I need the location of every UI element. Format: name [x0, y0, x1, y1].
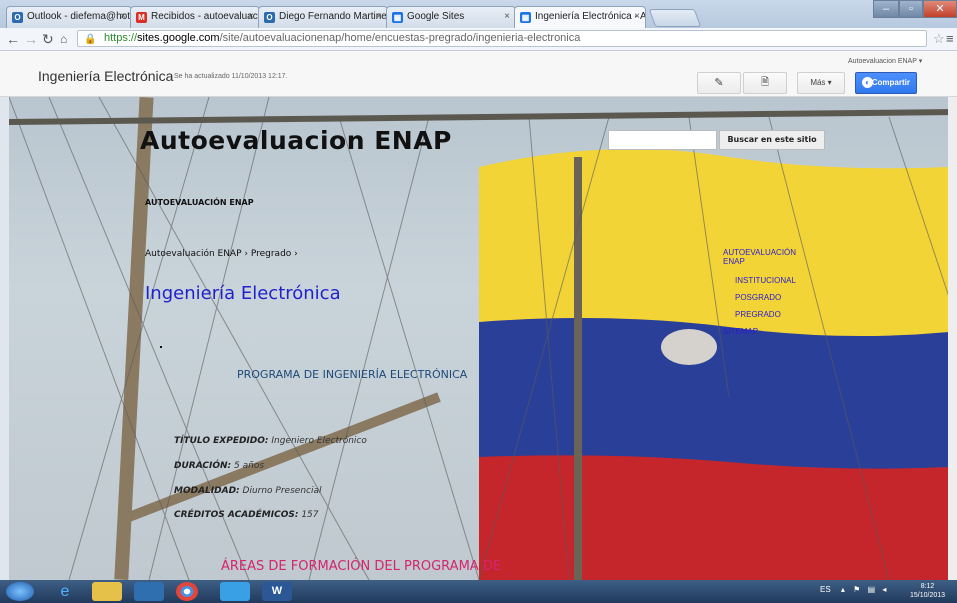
sidebar-item-autoevaluacion[interactable]: AUTOEVALUACIÓN ENAP — [723, 248, 796, 266]
close-icon[interactable]: × — [504, 11, 510, 22]
last-updated: Se ha actualizado 11/10/2013 12:17. — [174, 73, 288, 80]
url-scheme: https:// — [104, 32, 138, 44]
close-window-button[interactable]: ✕ — [923, 0, 957, 18]
browser-toolbar: ← → ↻ ⌂ 🔒 https://sites.google.com/site/… — [0, 28, 957, 51]
address-bar[interactable]: 🔒 https://sites.google.com/site/autoeval… — [77, 30, 927, 47]
areas-heading: ÁREAS DE FORMACIÓN DEL PROGRAMA DE — [221, 559, 502, 574]
program-title: PROGRAMA DE INGENIERÍA ELECTRÓNICA — [237, 368, 468, 381]
new-page-button[interactable]: 🗎 — [743, 72, 787, 94]
close-icon[interactable]: × — [248, 11, 254, 22]
info-duracion: DURACIÓN: 5 años — [174, 461, 265, 471]
system-tray: ES ▴ ⚑ ▤ ◂ — [820, 585, 886, 594]
home-icon[interactable]: ⌂ — [60, 31, 67, 47]
outlook-icon: O — [12, 12, 23, 23]
background-image — [9, 97, 957, 580]
search-input[interactable] — [608, 130, 717, 150]
tab-diego[interactable]: O Diego Fernando Martinez × — [258, 6, 388, 28]
tab-label: Ingeniería Electrónica - A — [535, 11, 646, 22]
close-icon[interactable]: × — [120, 11, 126, 22]
maximize-button[interactable]: ▫ — [899, 0, 923, 18]
media-icon[interactable] — [134, 582, 164, 601]
site-title[interactable]: Autoevaluacion ENAP — [140, 126, 452, 155]
file-explorer-icon[interactable] — [92, 582, 122, 601]
tab-ingenieria-electronica[interactable]: ▦ Ingeniería Electrónica - A × — [514, 6, 646, 28]
forward-icon[interactable]: → — [24, 31, 38, 47]
volume-icon[interactable]: ◂ — [882, 585, 886, 594]
tab-label: Diego Fernando Martinez — [279, 11, 388, 22]
network-icon[interactable]: ▤ — [868, 585, 876, 594]
scrollbar[interactable] — [948, 97, 957, 580]
bullet-dot — [160, 346, 162, 348]
sidebar-item-posgrado[interactable]: POSGRADO — [735, 293, 781, 302]
edit-page-button[interactable]: ✎ — [697, 72, 741, 94]
flag-icon[interactable]: ⚑ — [853, 585, 860, 594]
page-title: Ingeniería Electrónica — [145, 283, 341, 304]
lock-icon: 🔒 — [84, 34, 97, 45]
gmail-icon: M — [136, 12, 147, 23]
language-indicator[interactable]: ES — [820, 585, 831, 594]
share-label: Compartir — [871, 78, 910, 87]
browser-tab-strip: O Outlook - diefema@hotm × M Recibidos -… — [0, 0, 957, 28]
sites-header: Ingeniería Electrónica Se ha actualizado… — [0, 51, 957, 97]
chrome-icon[interactable] — [176, 582, 198, 601]
sidebar-item-institucional[interactable]: INSTITUCIONAL — [735, 276, 796, 285]
breadcrumb[interactable]: Autoevaluación ENAP › Pregrado › — [145, 249, 298, 259]
lync-icon[interactable] — [220, 582, 250, 601]
info-modalidad: MODALIDAD: Diurno Presencial — [174, 486, 322, 496]
tab-outlook[interactable]: O Outlook - diefema@hotm × — [6, 6, 132, 28]
horizontal-nav-link[interactable]: AUTOEVALUACIÓN ENAP — [145, 198, 254, 207]
globe-icon: ◐ — [862, 77, 873, 88]
new-page-icon: 🗎 — [760, 77, 770, 88]
search-button[interactable]: Buscar en este sitio — [719, 130, 825, 150]
sidebar-item-sitemap[interactable]: SITEMAP — [723, 327, 758, 336]
start-button[interactable] — [6, 582, 34, 601]
sites-icon: ▦ — [520, 12, 531, 23]
outlook-icon: O — [264, 12, 275, 23]
tab-recibidos[interactable]: M Recibidos - autoevaluacio × — [130, 6, 260, 28]
more-button[interactable]: Más ▾ — [797, 72, 845, 94]
pencil-icon: ✎ — [714, 77, 724, 89]
internet-explorer-icon[interactable]: e — [50, 582, 80, 601]
clock[interactable]: 8:12 15/10/2013 — [910, 582, 945, 600]
back-icon[interactable]: ← — [6, 31, 20, 47]
site-name[interactable]: Ingeniería Electrónica — [38, 68, 173, 84]
tab-label: Outlook - diefema@hotm — [27, 11, 132, 22]
info-titulo: TÍTULO EXPEDIDO: Ingeniero Electrónico — [174, 436, 367, 446]
tab-label: Recibidos - autoevaluacio — [151, 11, 260, 22]
menu-icon[interactable]: ≡ — [946, 31, 954, 47]
minimize-button[interactable]: – — [873, 0, 899, 18]
word-icon[interactable]: W — [262, 582, 292, 601]
page-content: Autoevaluacion ENAP Buscar en este sitio… — [9, 97, 957, 580]
tab-label: Google Sites — [407, 11, 465, 22]
sites-icon: ▦ — [392, 12, 403, 23]
close-icon[interactable]: × — [376, 11, 382, 22]
tray-arrow-icon[interactable]: ▴ — [841, 585, 845, 594]
close-icon[interactable]: × — [634, 11, 640, 22]
url-path: /site/autoevaluacionenap/home/encuestas-… — [219, 32, 581, 44]
sidebar-item-pregrado[interactable]: PREGRADO — [735, 310, 781, 319]
reload-icon[interactable]: ↻ — [42, 31, 54, 47]
taskbar: e W ES ▴ ⚑ ▤ ◂ 8:12 15/10/2013 — [0, 580, 957, 603]
account-menu[interactable]: Autoevaluacion ENAP ▾ — [848, 57, 922, 65]
url-host: sites.google.com — [137, 32, 220, 44]
info-creditos: CRÉDITOS ACADÉMICOS: 157 — [174, 510, 319, 520]
bookmark-star-icon[interactable]: ☆ — [933, 31, 945, 47]
new-tab-button[interactable] — [648, 9, 702, 27]
share-button[interactable]: ◐ Compartir — [855, 72, 917, 94]
tab-google-sites[interactable]: ▦ Google Sites × — [386, 6, 516, 28]
